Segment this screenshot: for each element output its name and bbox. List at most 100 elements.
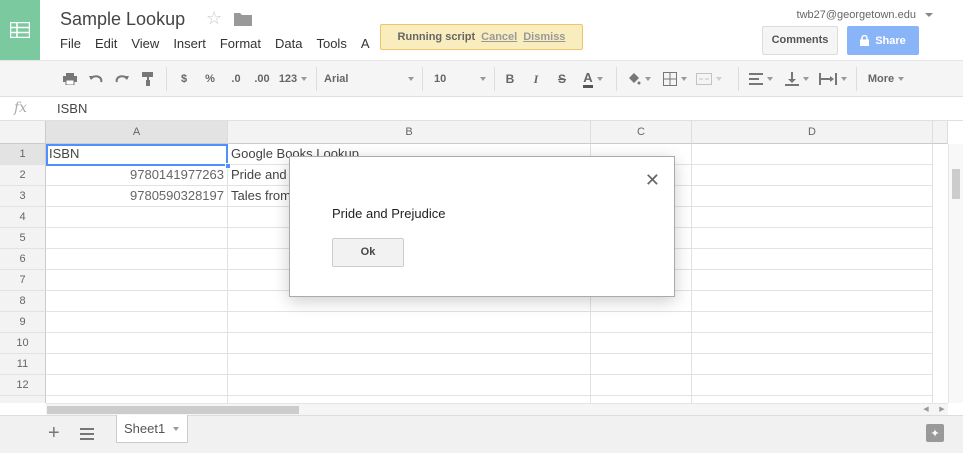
menu-format[interactable]: Format	[220, 36, 267, 51]
align-bottom-icon	[785, 72, 799, 86]
currency-format-button[interactable]: $	[176, 69, 192, 89]
row-header-4[interactable]: 4	[0, 207, 46, 228]
row-header-11[interactable]: 11	[0, 354, 46, 375]
close-icon[interactable]: ✕	[645, 170, 660, 191]
row-header-6[interactable]: 6	[0, 249, 46, 270]
more-toolbar-button[interactable]: More	[864, 69, 908, 89]
italic-button[interactable]: I	[528, 69, 544, 89]
dismiss-link[interactable]: Dismiss	[523, 31, 565, 43]
horizontal-scrollbar-thumb[interactable]	[47, 406, 299, 414]
align-left-icon	[749, 73, 763, 85]
text-wrap-icon	[819, 73, 837, 85]
all-sheets-icon[interactable]	[80, 428, 94, 440]
sheet-tab-label: Sheet1	[124, 421, 166, 436]
running-script-text: Running script	[397, 31, 476, 43]
formula-input[interactable]: ISBN	[57, 101, 87, 116]
chevron-down-icon	[716, 77, 722, 81]
chevron-down-icon	[803, 77, 809, 81]
strikethrough-button[interactable]: S	[554, 69, 570, 89]
horizontal-scroll-arrows: ◀ ▶	[918, 403, 950, 415]
text-wrapping-button[interactable]	[816, 69, 850, 89]
share-label: Share	[875, 34, 906, 47]
column-header-e[interactable]	[933, 121, 948, 144]
row-header-12[interactable]: 12	[0, 375, 46, 396]
menu-file[interactable]: File	[60, 36, 87, 51]
paint-bucket-icon	[629, 73, 641, 85]
formula-bar: fx ISBN	[0, 97, 963, 121]
comments-button[interactable]: Comments	[762, 26, 838, 55]
chevron-down-icon	[480, 77, 486, 81]
borders-icon	[663, 72, 677, 86]
row-header-9[interactable]: 9	[0, 312, 46, 333]
row-header-8[interactable]: 8	[0, 291, 46, 312]
vertical-scrollbar[interactable]	[948, 144, 963, 403]
sheet-tab-sheet1[interactable]: Sheet1	[116, 415, 188, 443]
chevron-down-icon	[596, 77, 603, 81]
menu-insert[interactable]: Insert	[173, 36, 212, 51]
text-color-icon: A	[583, 70, 593, 88]
text-color-button[interactable]: A	[576, 69, 610, 89]
row-header-2[interactable]: 2	[0, 165, 46, 186]
column-header-a[interactable]: A	[46, 121, 228, 144]
document-title[interactable]: Sample Lookup	[60, 9, 185, 30]
chevron-down-icon	[767, 77, 773, 81]
row-header-5[interactable]: 5	[0, 228, 46, 249]
chevron-down-icon[interactable]	[173, 426, 180, 431]
menu-data[interactable]: Data	[275, 36, 308, 51]
font-size-dropdown[interactable]: 10	[434, 69, 486, 89]
number-format-dropdown[interactable]: 123	[276, 69, 310, 89]
undo-icon[interactable]	[86, 69, 106, 89]
chevron-down-icon	[301, 77, 308, 81]
scroll-left-icon[interactable]: ◀	[923, 405, 928, 413]
column-header-b[interactable]: B	[228, 121, 591, 144]
formatting-toolbar: $ % .0 .00 123 Arial 10 B I S A More	[0, 60, 963, 97]
explore-icon[interactable]: ✦	[926, 424, 944, 442]
row-header-10[interactable]: 10	[0, 333, 46, 354]
font-family-value: Arial	[324, 73, 349, 85]
horizontal-scrollbar[interactable]	[46, 403, 948, 415]
menu-addons[interactable]: A	[361, 36, 376, 51]
redo-icon[interactable]	[112, 69, 132, 89]
horizontal-align-button[interactable]	[746, 69, 776, 89]
menu-edit[interactable]: Edit	[95, 36, 123, 51]
fill-color-button[interactable]	[624, 69, 654, 89]
app-header: Sample Lookup ☆ File Edit View Insert Fo…	[0, 0, 963, 60]
print-icon[interactable]	[60, 69, 80, 89]
sheet-tab-bar: + Sheet1 ✦	[0, 415, 963, 453]
menu-tools[interactable]: Tools	[316, 36, 352, 51]
chevron-down-icon	[925, 13, 933, 18]
star-icon[interactable]: ☆	[206, 8, 222, 29]
column-header-d[interactable]: D	[692, 121, 933, 144]
vertical-scrollbar-thumb[interactable]	[952, 169, 960, 199]
increase-decimal-button[interactable]: .00	[250, 69, 274, 89]
row-header-7[interactable]: 7	[0, 270, 46, 291]
sheets-logo-icon[interactable]	[0, 0, 40, 60]
cancel-script-link[interactable]: Cancel	[481, 31, 517, 43]
column-header-c[interactable]: C	[591, 121, 692, 144]
cell-a2[interactable]: 9780141977263	[46, 165, 227, 186]
select-all-corner[interactable]	[0, 121, 46, 144]
font-family-dropdown[interactable]: Arial	[324, 69, 414, 89]
cell-a3[interactable]: 9780590328197	[46, 186, 227, 207]
row-header-1[interactable]: 1	[0, 144, 46, 165]
borders-button[interactable]	[660, 69, 690, 89]
vertical-align-button[interactable]	[782, 69, 812, 89]
decrease-decimal-button[interactable]: .0	[226, 69, 246, 89]
menu-view[interactable]: View	[131, 36, 165, 51]
row-header-3[interactable]: 3	[0, 186, 46, 207]
chevron-down-icon	[408, 77, 414, 81]
merge-cells-button[interactable]	[694, 69, 724, 89]
fill-handle[interactable]	[225, 163, 231, 169]
percent-format-button[interactable]: %	[202, 69, 218, 89]
add-sheet-icon[interactable]: +	[48, 422, 60, 445]
ok-button[interactable]: Ok	[332, 238, 404, 267]
paint-format-icon[interactable]	[138, 69, 158, 89]
script-alert-dialog: ✕ Pride and Prejudice Ok	[289, 156, 675, 297]
folder-icon[interactable]	[234, 12, 252, 26]
number-format-label: 123	[278, 73, 298, 85]
scroll-right-icon[interactable]: ▶	[939, 405, 944, 413]
share-button[interactable]: Share	[847, 26, 919, 55]
bold-button[interactable]: B	[502, 69, 518, 89]
row-header-13[interactable]	[0, 396, 46, 403]
user-account-email[interactable]: twb27@georgetown.edu	[797, 9, 933, 21]
